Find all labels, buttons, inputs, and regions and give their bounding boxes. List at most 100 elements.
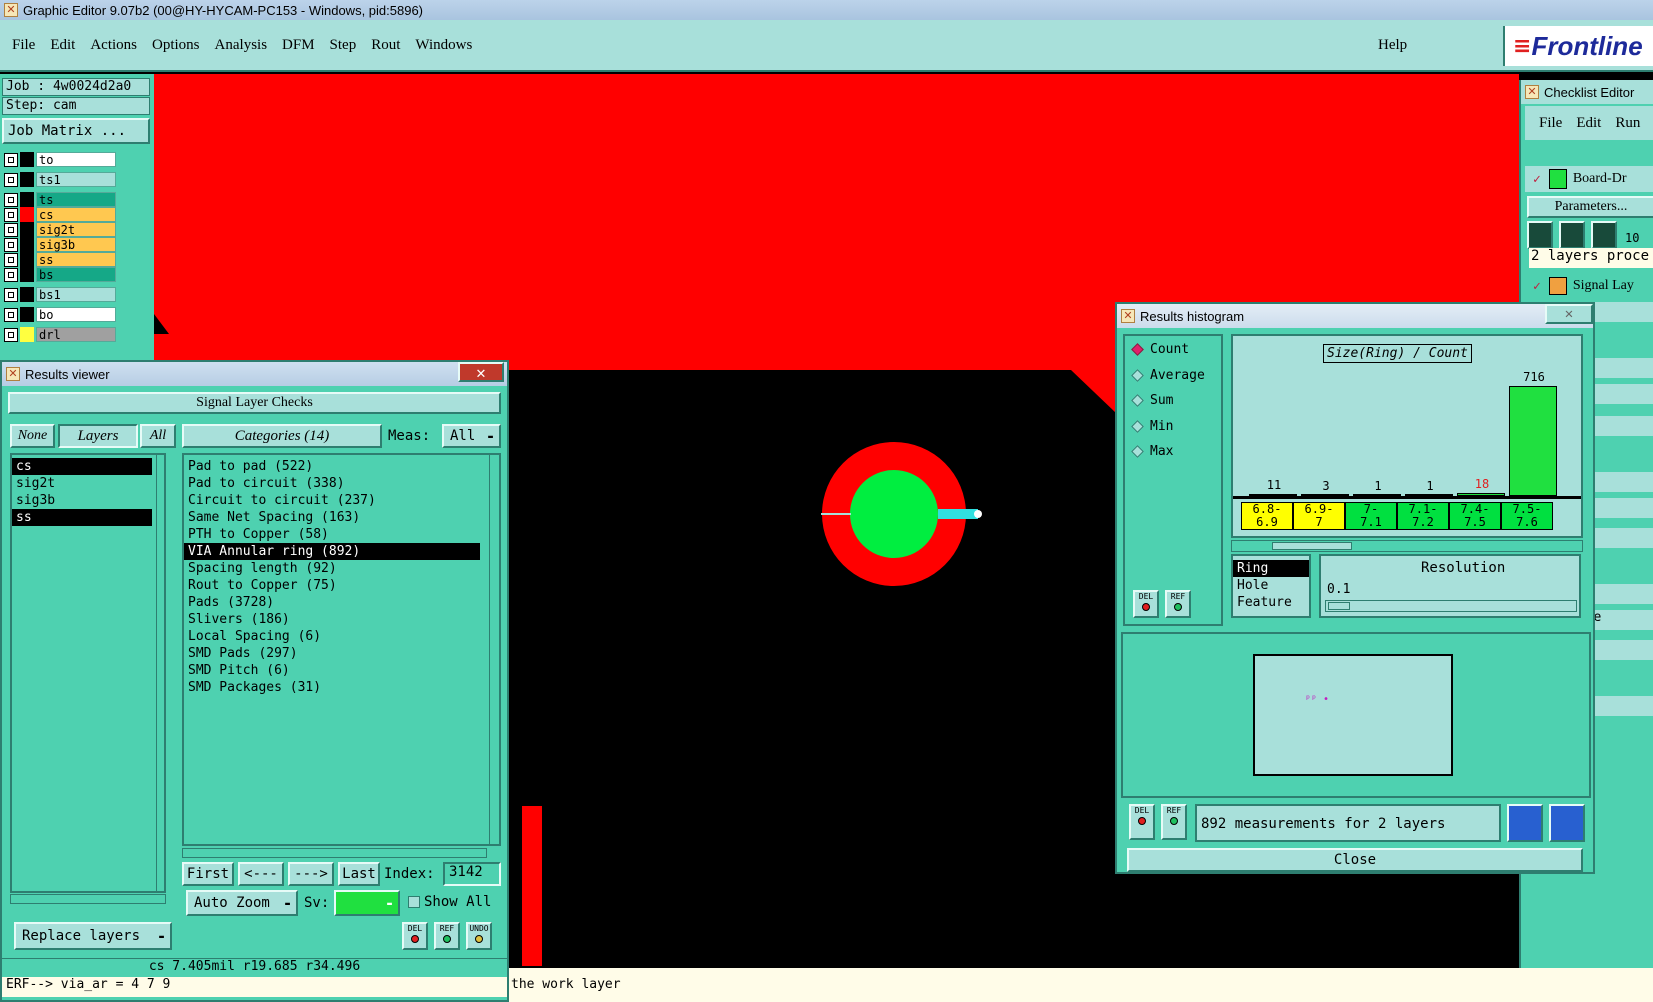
none-button[interactable]: None <box>10 424 55 448</box>
ref-button[interactable]: REF <box>1161 804 1187 840</box>
undo-button[interactable]: UNDO <box>466 922 492 950</box>
result-layer-item[interactable]: ss <box>12 509 152 526</box>
layer-checkbox[interactable] <box>4 252 18 267</box>
menu-rout[interactable]: Rout <box>371 37 400 54</box>
del-button[interactable]: DEL <box>1129 804 1155 840</box>
layer-row-to[interactable]: to <box>4 152 116 167</box>
layer-checkbox[interactable] <box>4 287 18 302</box>
layer-checkbox[interactable] <box>4 152 18 167</box>
category-item[interactable]: PTH to Copper (58) <box>184 526 480 543</box>
last-button[interactable]: Last <box>338 862 380 886</box>
ref-button[interactable]: REF <box>434 922 460 950</box>
layer-row-bs1[interactable]: bs1 <box>4 287 116 302</box>
horizontal-scrollbar[interactable] <box>182 848 487 858</box>
category-item[interactable]: Rout to Copper (75) <box>184 577 480 594</box>
layers-button[interactable]: Layers <box>58 424 138 448</box>
scrollbar[interactable] <box>156 455 166 891</box>
category-item[interactable]: Circuit to circuit (237) <box>184 492 480 509</box>
category-item[interactable]: Slivers (186) <box>184 611 480 628</box>
resolution-slider[interactable] <box>1325 600 1577 612</box>
layer-checkbox[interactable] <box>4 172 18 187</box>
export-icon[interactable] <box>1507 804 1543 842</box>
layer-row-bo[interactable]: bo <box>4 307 116 322</box>
mode-radio-sum[interactable]: Sum <box>1131 393 1173 408</box>
show-all-checkbox[interactable] <box>408 896 420 908</box>
layer-row-bs[interactable]: bs <box>4 267 116 282</box>
del-button[interactable]: DEL <box>402 922 428 950</box>
mode-radio-min[interactable]: Min <box>1131 419 1173 434</box>
sv-color-dropdown[interactable]: ▬ <box>334 890 400 916</box>
meas-dropdown[interactable]: All ▬ <box>442 424 501 448</box>
close-button[interactable]: ✕ <box>458 362 504 382</box>
category-item[interactable]: Local Spacing (6) <box>184 628 480 645</box>
run-icon[interactable] <box>1527 221 1553 249</box>
mode-radio-max[interactable]: Max <box>1131 444 1173 459</box>
checklist-item-signal[interactable]: ✓ Signal Lay <box>1525 275 1653 297</box>
close-histogram-button[interactable]: Close <box>1127 848 1583 872</box>
layer-row-cs[interactable]: cs <box>4 207 116 222</box>
layer-row-ts1[interactable]: ts1 <box>4 172 116 187</box>
category-item[interactable]: Pads (3728) <box>184 594 480 611</box>
category-item[interactable]: Pad to circuit (338) <box>184 475 480 492</box>
report-icon[interactable] <box>1549 804 1585 842</box>
category-list[interactable]: Pad to pad (522) Pad to circuit (338) Circ… <box>182 453 501 846</box>
category-item[interactable]: SMD Packages (31) <box>184 679 480 696</box>
checklist-menu-file[interactable]: File <box>1539 115 1562 132</box>
category-item[interactable]: Spacing length (92) <box>184 560 480 577</box>
help-menu[interactable]: Help <box>1378 37 1407 54</box>
menu-windows[interactable]: Windows <box>415 37 472 54</box>
menu-actions[interactable]: Actions <box>90 37 137 54</box>
prev-button[interactable]: <--- <box>238 862 284 886</box>
checklist-menu-edit[interactable]: Edit <box>1576 115 1601 132</box>
category-item[interactable]: Same Net Spacing (163) <box>184 509 480 526</box>
close-button[interactable]: ✕ <box>1545 304 1593 324</box>
category-item[interactable]: Pad to pad (522) <box>184 458 480 475</box>
layer-result-list[interactable]: cs sig2t sig3b ss <box>10 453 166 893</box>
replace-layers-dropdown[interactable]: Replace layers ▬ <box>14 922 172 950</box>
menu-file[interactable]: File <box>12 37 35 54</box>
all-button[interactable]: All <box>140 424 176 448</box>
checklist-menu-run[interactable]: Run <box>1615 115 1640 132</box>
attribute-item[interactable]: Feature <box>1233 594 1309 611</box>
next-button[interactable]: ---> <box>288 862 334 886</box>
horizontal-scrollbar[interactable] <box>1231 540 1583 552</box>
close-icon[interactable]: ✕ <box>1525 85 1539 99</box>
category-item[interactable]: SMD Pads (297) <box>184 645 480 662</box>
histogram-bar[interactable] <box>1509 386 1557 496</box>
auto-zoom-dropdown[interactable]: Auto Zoom ▬ <box>186 890 298 916</box>
menu-options[interactable]: Options <box>152 37 200 54</box>
layer-checkbox[interactable] <box>4 237 18 252</box>
job-matrix-button[interactable]: Job Matrix ... <box>2 118 150 144</box>
categories-button[interactable]: Categories (14) <box>182 424 382 448</box>
scrollbar[interactable] <box>489 455 499 844</box>
category-item[interactable]: VIA Annular ring (892) <box>184 543 480 560</box>
checklist-item-board-drill[interactable]: ✓ Board-Dr <box>1525 166 1653 192</box>
layer-row-sig2t[interactable]: sig2t <box>4 222 116 237</box>
layer-checkbox[interactable] <box>4 207 18 222</box>
mode-radio-average[interactable]: Average <box>1131 368 1205 383</box>
layer-checkbox[interactable] <box>4 192 18 207</box>
result-layer-item[interactable]: sig3b <box>12 492 152 509</box>
menu-edit[interactable]: Edit <box>50 37 75 54</box>
mode-radio-count[interactable]: Count <box>1131 342 1189 357</box>
layer-checkbox[interactable] <box>4 222 18 237</box>
parameters-button[interactable]: Parameters... <box>1527 196 1653 218</box>
category-item[interactable]: SMD Pitch (6) <box>184 662 480 679</box>
layer-row-ss[interactable]: ss <box>4 252 116 267</box>
attribute-list[interactable]: Ring Hole Feature <box>1231 554 1311 618</box>
layer-checkbox[interactable] <box>4 307 18 322</box>
menu-dfm[interactable]: DFM <box>282 37 315 54</box>
run-icon[interactable] <box>1591 221 1617 249</box>
layer-row-sig3b[interactable]: sig3b <box>4 237 116 252</box>
result-layer-item[interactable]: cs <box>12 458 152 475</box>
menu-step[interactable]: Step <box>330 37 357 54</box>
attribute-item[interactable]: Hole <box>1233 577 1309 594</box>
layer-checkbox[interactable] <box>4 327 18 342</box>
horizontal-scrollbar[interactable] <box>10 894 166 904</box>
run-icon[interactable] <box>1559 221 1585 249</box>
layer-row-drl[interactable]: drl <box>4 327 116 342</box>
layer-row-ts[interactable]: ts <box>4 192 116 207</box>
menu-analysis[interactable]: Analysis <box>215 37 268 54</box>
ref-button[interactable]: REF <box>1165 590 1191 618</box>
attribute-item[interactable]: Ring <box>1233 560 1309 577</box>
